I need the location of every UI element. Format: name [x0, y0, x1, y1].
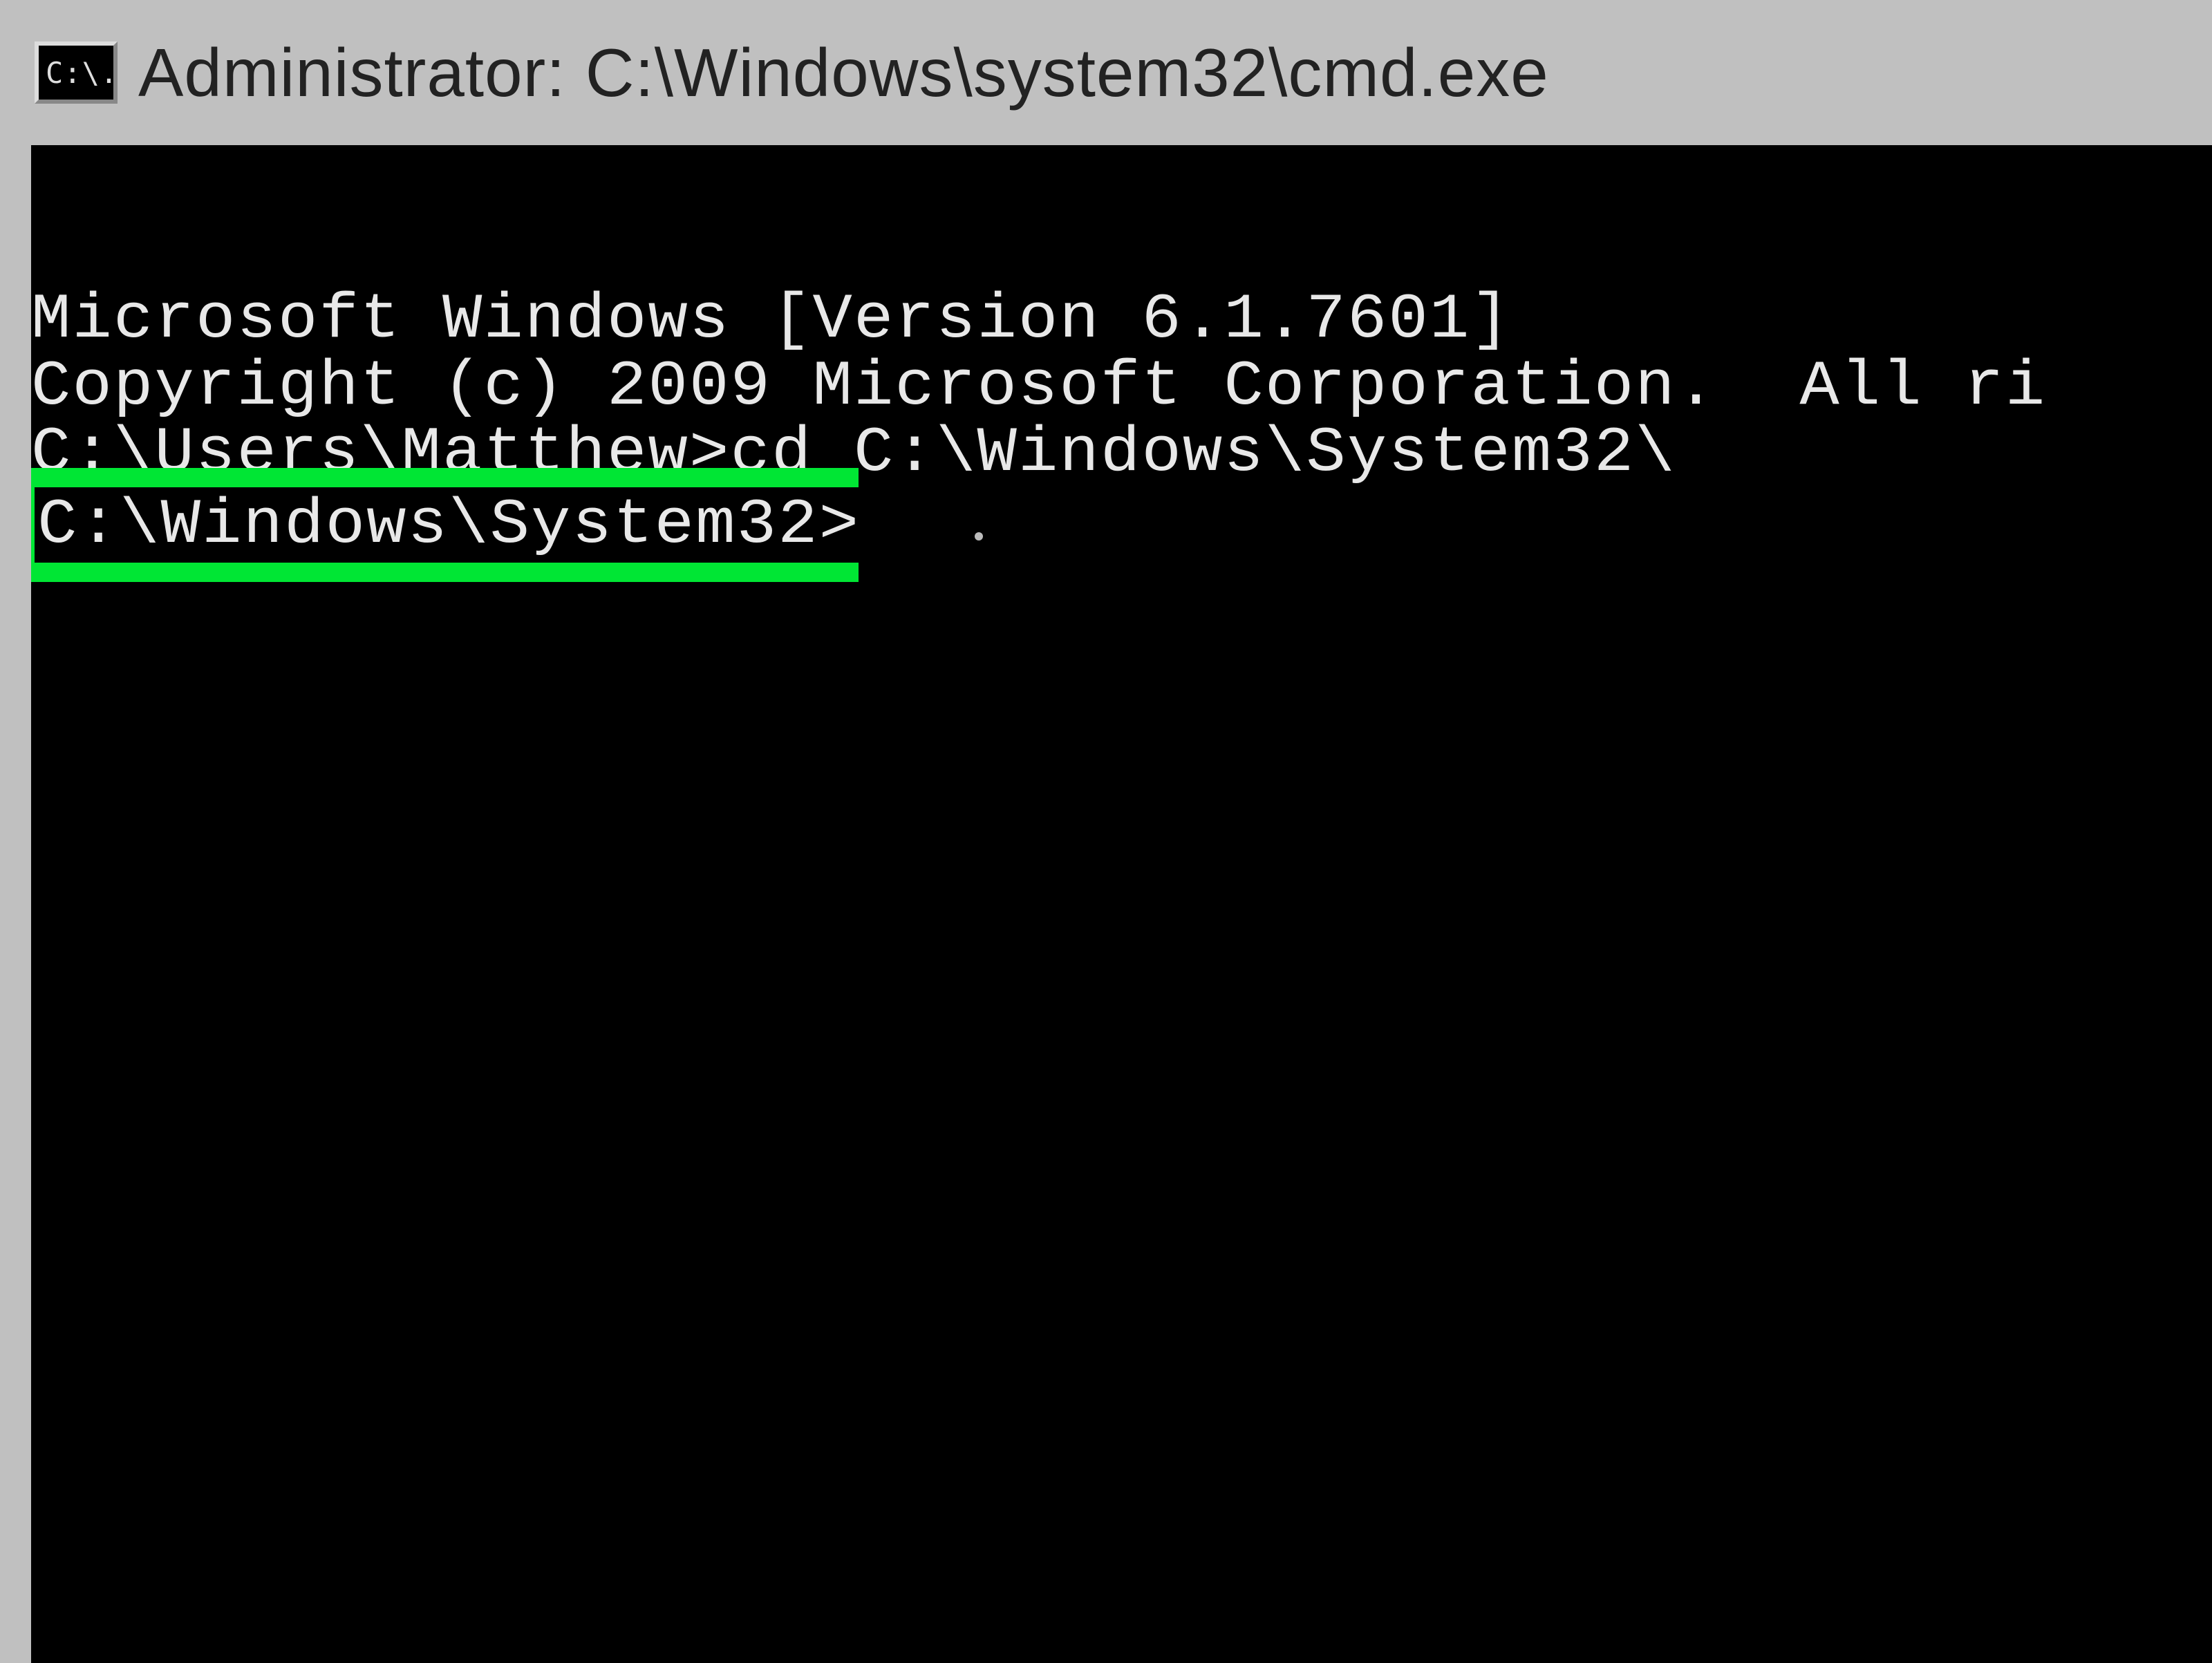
- cmd-icon: C:\.: [35, 41, 118, 104]
- terminal-body[interactable]: Microsoft Windows [Version 6.1.7601]Copy…: [31, 145, 2212, 1663]
- command-text: cd C:\Windows\System32\: [730, 417, 1676, 489]
- highlight-annotation: C:\Windows\System32>: [31, 468, 859, 582]
- titlebar[interactable]: C:\. Administrator: C:\Windows\system32\…: [0, 0, 2212, 145]
- cursor-indicator: [975, 532, 983, 541]
- cmd-window: C:\. Administrator: C:\Windows\system32\…: [0, 0, 2212, 1663]
- cmd-icon-text: C:\.: [46, 56, 118, 90]
- output-line: Microsoft Windows [Version 6.1.7601]: [31, 287, 2212, 354]
- window-title: Administrator: C:\Windows\system32\cmd.e…: [138, 34, 1549, 112]
- current-prompt[interactable]: C:\Windows\System32>: [35, 487, 863, 563]
- output-line: Copyright (c) 2009 Microsoft Corporation…: [31, 354, 2212, 421]
